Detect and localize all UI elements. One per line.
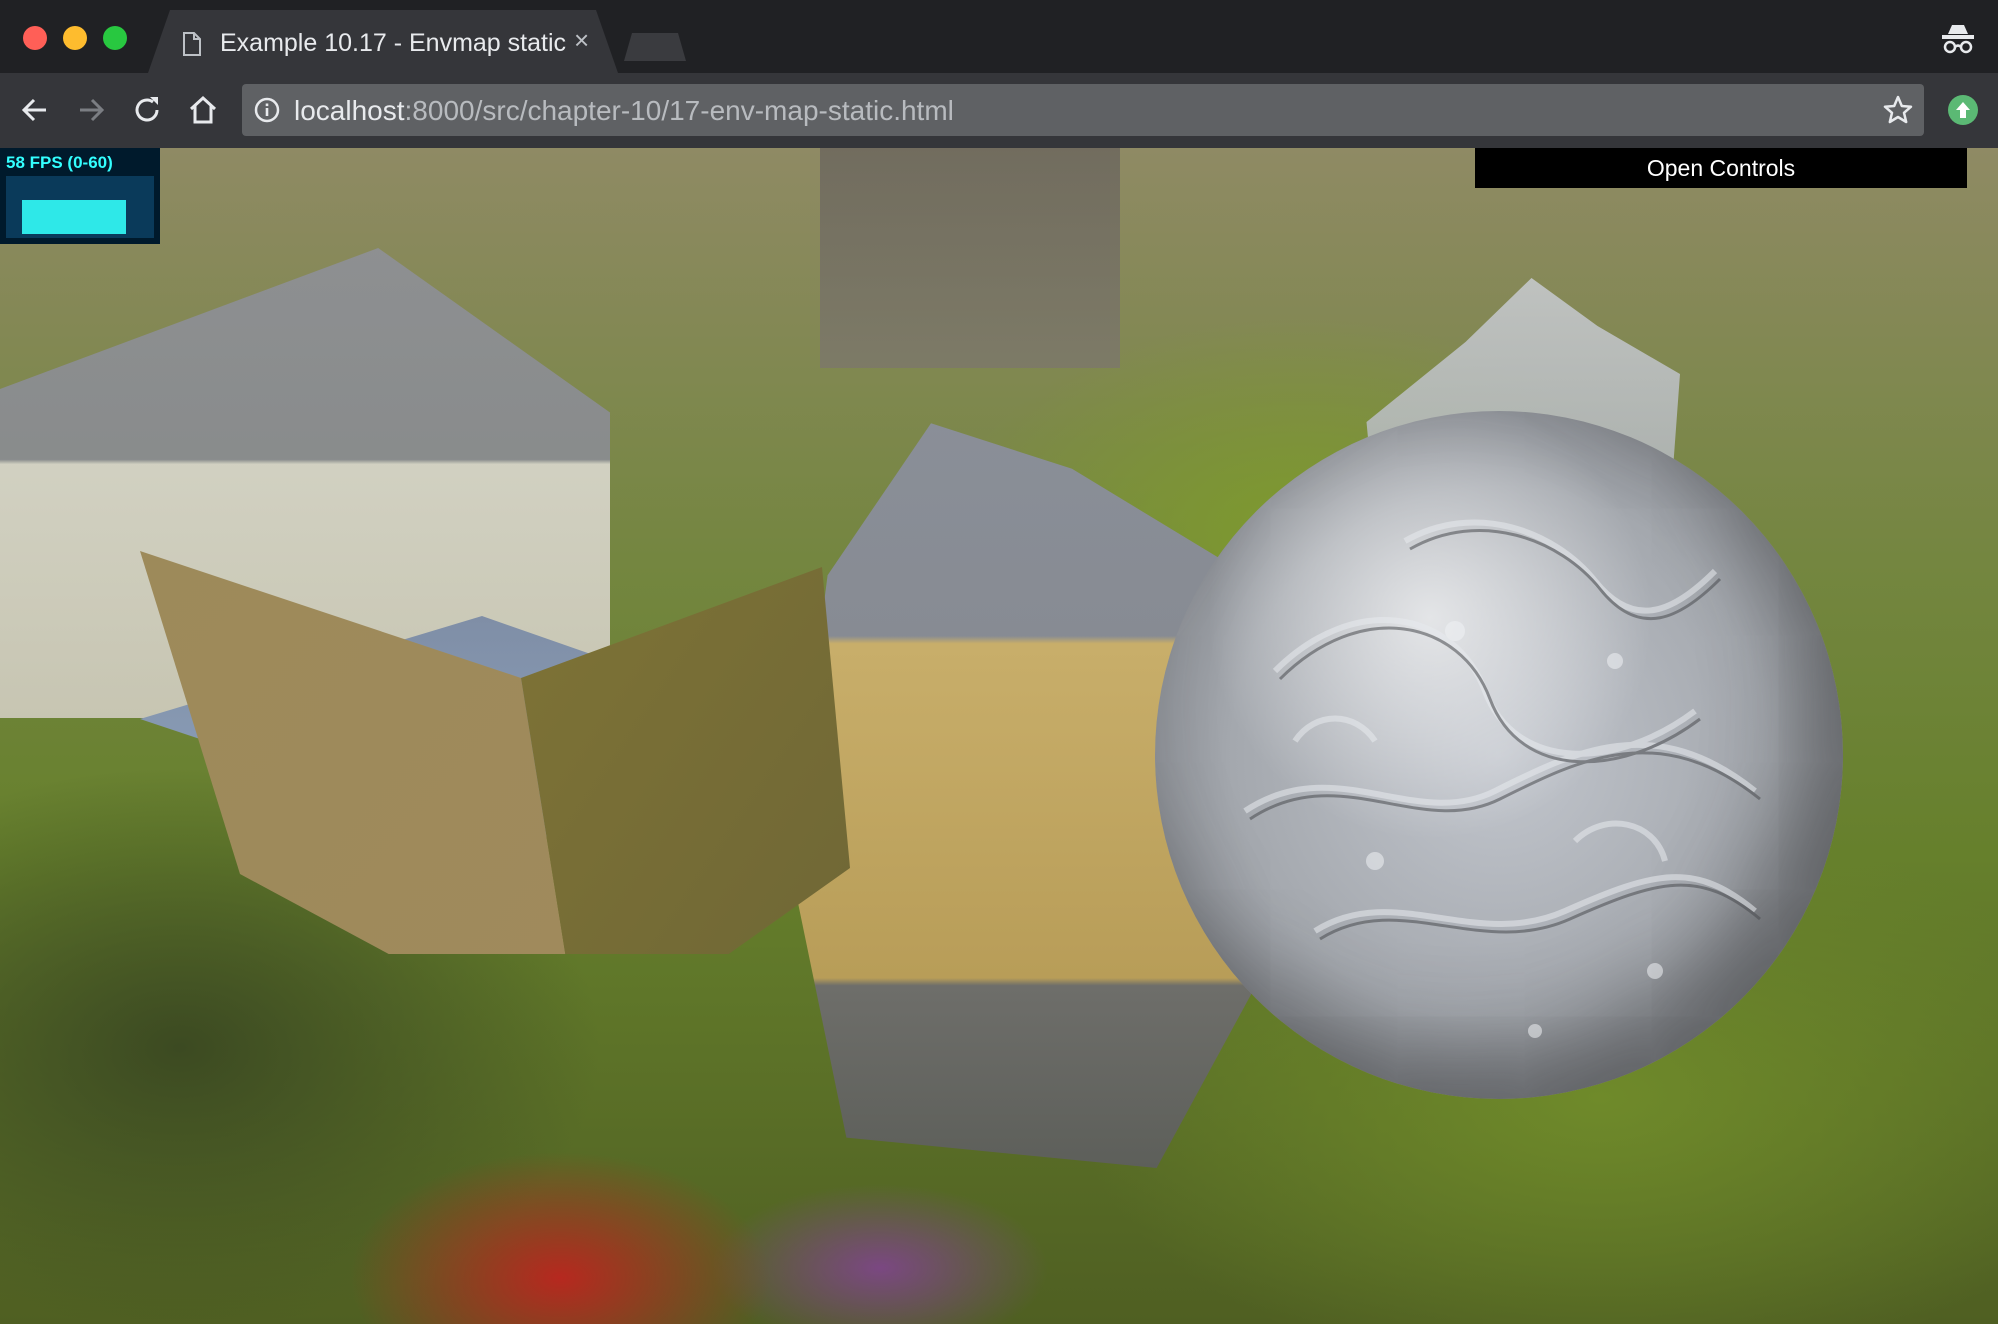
window-maximize-button[interactable]: [103, 26, 127, 50]
address-bar[interactable]: localhost:8000/src/chapter-10/17-env-map…: [242, 84, 1924, 136]
webgl-canvas[interactable]: 58 FPS (0-60) Open Controls: [0, 148, 1998, 1324]
open-controls-button[interactable]: Open Controls: [1475, 148, 1967, 188]
sphere: [1155, 411, 1843, 1099]
url-host: localhost: [294, 95, 405, 126]
fps-stats-panel[interactable]: 58 FPS (0-60): [0, 148, 160, 244]
home-icon[interactable]: [186, 93, 220, 127]
sphere-pattern: [1243, 519, 1761, 1038]
browser-title-bar: Example 10.17 - Envmap static ×: [0, 0, 1998, 73]
reload-icon[interactable]: [130, 93, 164, 127]
info-icon[interactable]: [254, 97, 280, 123]
document-icon: [183, 32, 201, 56]
url-path: :8000/src/chapter-10/17-env-map-static.h…: [404, 95, 954, 126]
cube: [140, 551, 850, 954]
tab-close-icon[interactable]: ×: [574, 27, 589, 53]
arrow-right-icon[interactable]: [74, 93, 108, 127]
incognito-icon[interactable]: [1940, 22, 1976, 56]
arrow-left-icon[interactable]: [18, 93, 52, 127]
browser-toolbar: localhost:8000/src/chapter-10/17-env-map…: [0, 73, 1998, 148]
upload-icon[interactable]: [1946, 93, 1980, 127]
browser-tab[interactable]: Example 10.17 - Envmap static ×: [148, 10, 618, 73]
window-close-button[interactable]: [23, 26, 47, 50]
window-minimize-button[interactable]: [63, 26, 87, 50]
star-icon[interactable]: [1882, 94, 1914, 126]
fps-graph-fill: [22, 200, 126, 234]
tab-title: Example 10.17 - Envmap static: [220, 29, 566, 57]
fps-graph: [6, 176, 154, 238]
url-text[interactable]: localhost:8000/src/chapter-10/17-env-map…: [294, 95, 954, 127]
fps-label: 58 FPS (0-60): [6, 153, 113, 172]
background-tower: [820, 148, 1120, 368]
new-tab-button[interactable]: [624, 33, 686, 61]
